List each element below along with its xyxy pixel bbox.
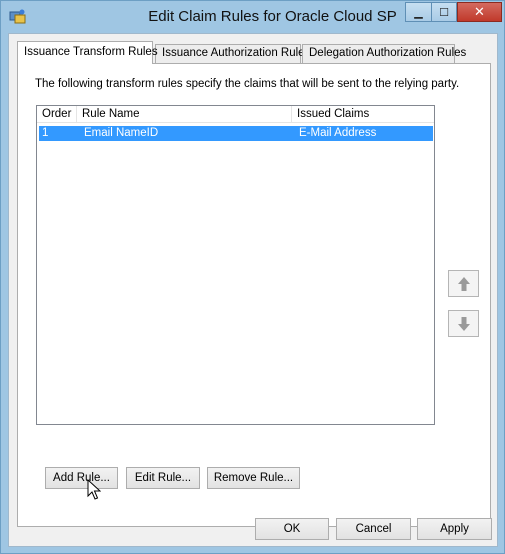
- cell-issued-claims: E-Mail Address: [299, 127, 377, 139]
- move-up-button[interactable]: [448, 270, 479, 297]
- cell-rule-name: Email NameID: [84, 127, 159, 139]
- tab-issuance-authorization-rules[interactable]: Issuance Authorization Rules: [155, 44, 310, 63]
- column-header-order[interactable]: Order: [37, 106, 77, 123]
- mouse-cursor-icon: [87, 479, 101, 500]
- title-bar[interactable]: Edit Claim Rules for Oracle Cloud SP ▁ ☐…: [1, 1, 504, 33]
- close-button[interactable]: ✕: [457, 2, 502, 22]
- arrow-up-icon: [457, 276, 470, 291]
- move-down-button[interactable]: [448, 310, 479, 337]
- dialog-window: Edit Claim Rules for Oracle Cloud SP ▁ ☐…: [0, 0, 505, 554]
- column-header-rule-name[interactable]: Rule Name: [77, 106, 292, 123]
- dialog-client-area: Issuance Transform Rules Issuance Author…: [8, 33, 498, 547]
- minimize-icon: ▁: [414, 6, 423, 19]
- cancel-button[interactable]: Cancel: [336, 518, 411, 540]
- tab-issuance-transform-rules[interactable]: Issuance Transform Rules: [17, 41, 158, 64]
- table-row[interactable]: 1 Email NameID E-Mail Address: [39, 126, 433, 141]
- minimize-button[interactable]: ▁: [405, 2, 431, 22]
- panel-description: The following transform rules specify th…: [35, 78, 460, 90]
- close-icon: ✕: [474, 4, 485, 19]
- apply-button[interactable]: Apply: [417, 518, 492, 540]
- cell-order: 1: [42, 127, 49, 139]
- list-header: Order Rule Name Issued Claims: [37, 106, 434, 123]
- maximize-button[interactable]: ☐: [431, 2, 457, 22]
- ok-button[interactable]: OK: [255, 518, 329, 540]
- maximize-icon: ☐: [439, 6, 449, 19]
- column-header-issued-claims[interactable]: Issued Claims: [292, 106, 434, 123]
- add-rule-button[interactable]: Add Rule...: [45, 467, 118, 489]
- remove-rule-button[interactable]: Remove Rule...: [207, 467, 300, 489]
- edit-rule-button[interactable]: Edit Rule...: [126, 467, 200, 489]
- rules-list[interactable]: Order Rule Name Issued Claims 1 Email Na…: [36, 105, 435, 425]
- tab-delegation-authorization-rules[interactable]: Delegation Authorization Rules: [302, 44, 466, 63]
- arrow-down-icon: [457, 316, 470, 331]
- tab-panel: The following transform rules specify th…: [17, 63, 491, 527]
